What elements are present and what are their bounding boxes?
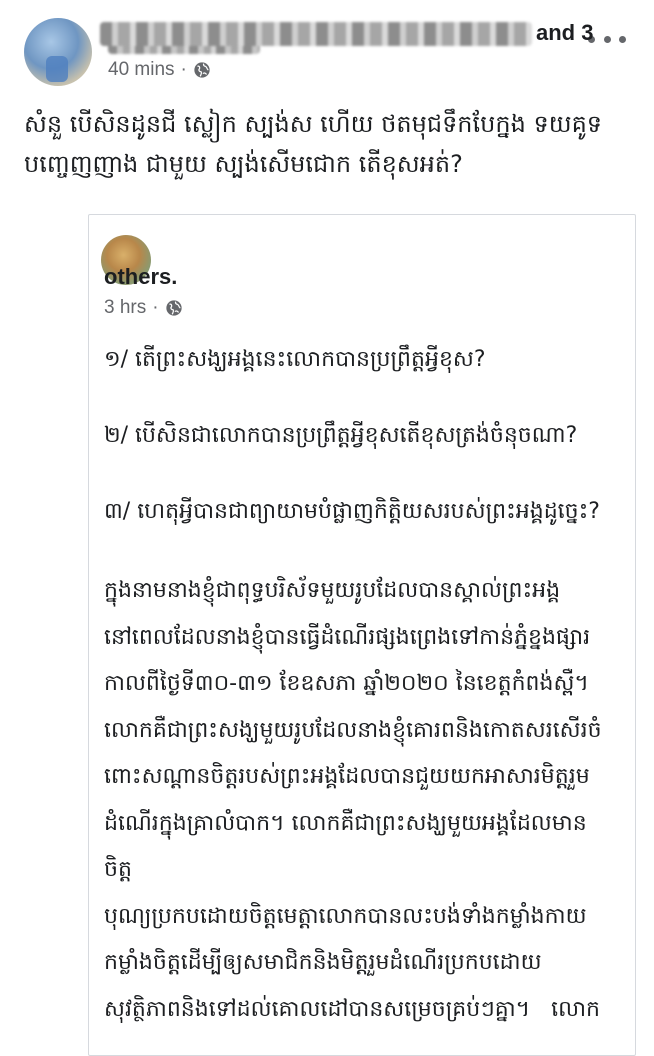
post-meta: 40 mins · bbox=[108, 58, 211, 82]
meta-separator: · bbox=[180, 59, 187, 80]
shared-post-meta: 3 hrs · bbox=[104, 296, 183, 320]
shared-post-header bbox=[101, 233, 621, 343]
author-avatar[interactable] bbox=[24, 18, 92, 86]
question-2: ២/ បើសិនជាលោកបានប្រព្រឹត្តអ្វីខុសតើខុសត្… bbox=[104, 423, 578, 448]
shared-meta-separator: · bbox=[152, 297, 159, 318]
shared-post-time[interactable]: 3 hrs bbox=[104, 297, 146, 319]
post-text: សំនួ បើសិនដូនជី ស្លៀក ស្បង់ស ហើយ ថតមុជទឹ… bbox=[24, 110, 603, 178]
question-3: ៣/ ហេតុអ្វីបានជាព្យាយាមបំផ្លាញកិត្តិយសរប… bbox=[104, 499, 600, 524]
shared-post-paragraph: ក្នុងនាមនាងខ្ញុំជាពុទ្ធបរិស័ទមួយរូបដែលបា… bbox=[104, 578, 602, 1022]
globe-icon[interactable] bbox=[165, 299, 183, 317]
globe-icon[interactable] bbox=[193, 61, 211, 79]
and-others-link-part2[interactable]: others. bbox=[104, 264, 177, 290]
shared-author-names-blurred[interactable] bbox=[100, 22, 532, 46]
and-others-link-part1[interactable]: and 3 bbox=[536, 20, 593, 46]
shared-post-body: ១/ តើព្រះសង្ឃអង្គនេះលោកបានប្រព្រឹត្តអ្វី… bbox=[104, 340, 614, 1033]
more-horizontal-icon[interactable] bbox=[588, 30, 626, 48]
post-time[interactable]: 40 mins bbox=[108, 59, 175, 81]
question-1: ១/ តើព្រះសង្ឃអង្គនេះលោកបានប្រព្រឹត្តអ្វី… bbox=[104, 347, 486, 372]
